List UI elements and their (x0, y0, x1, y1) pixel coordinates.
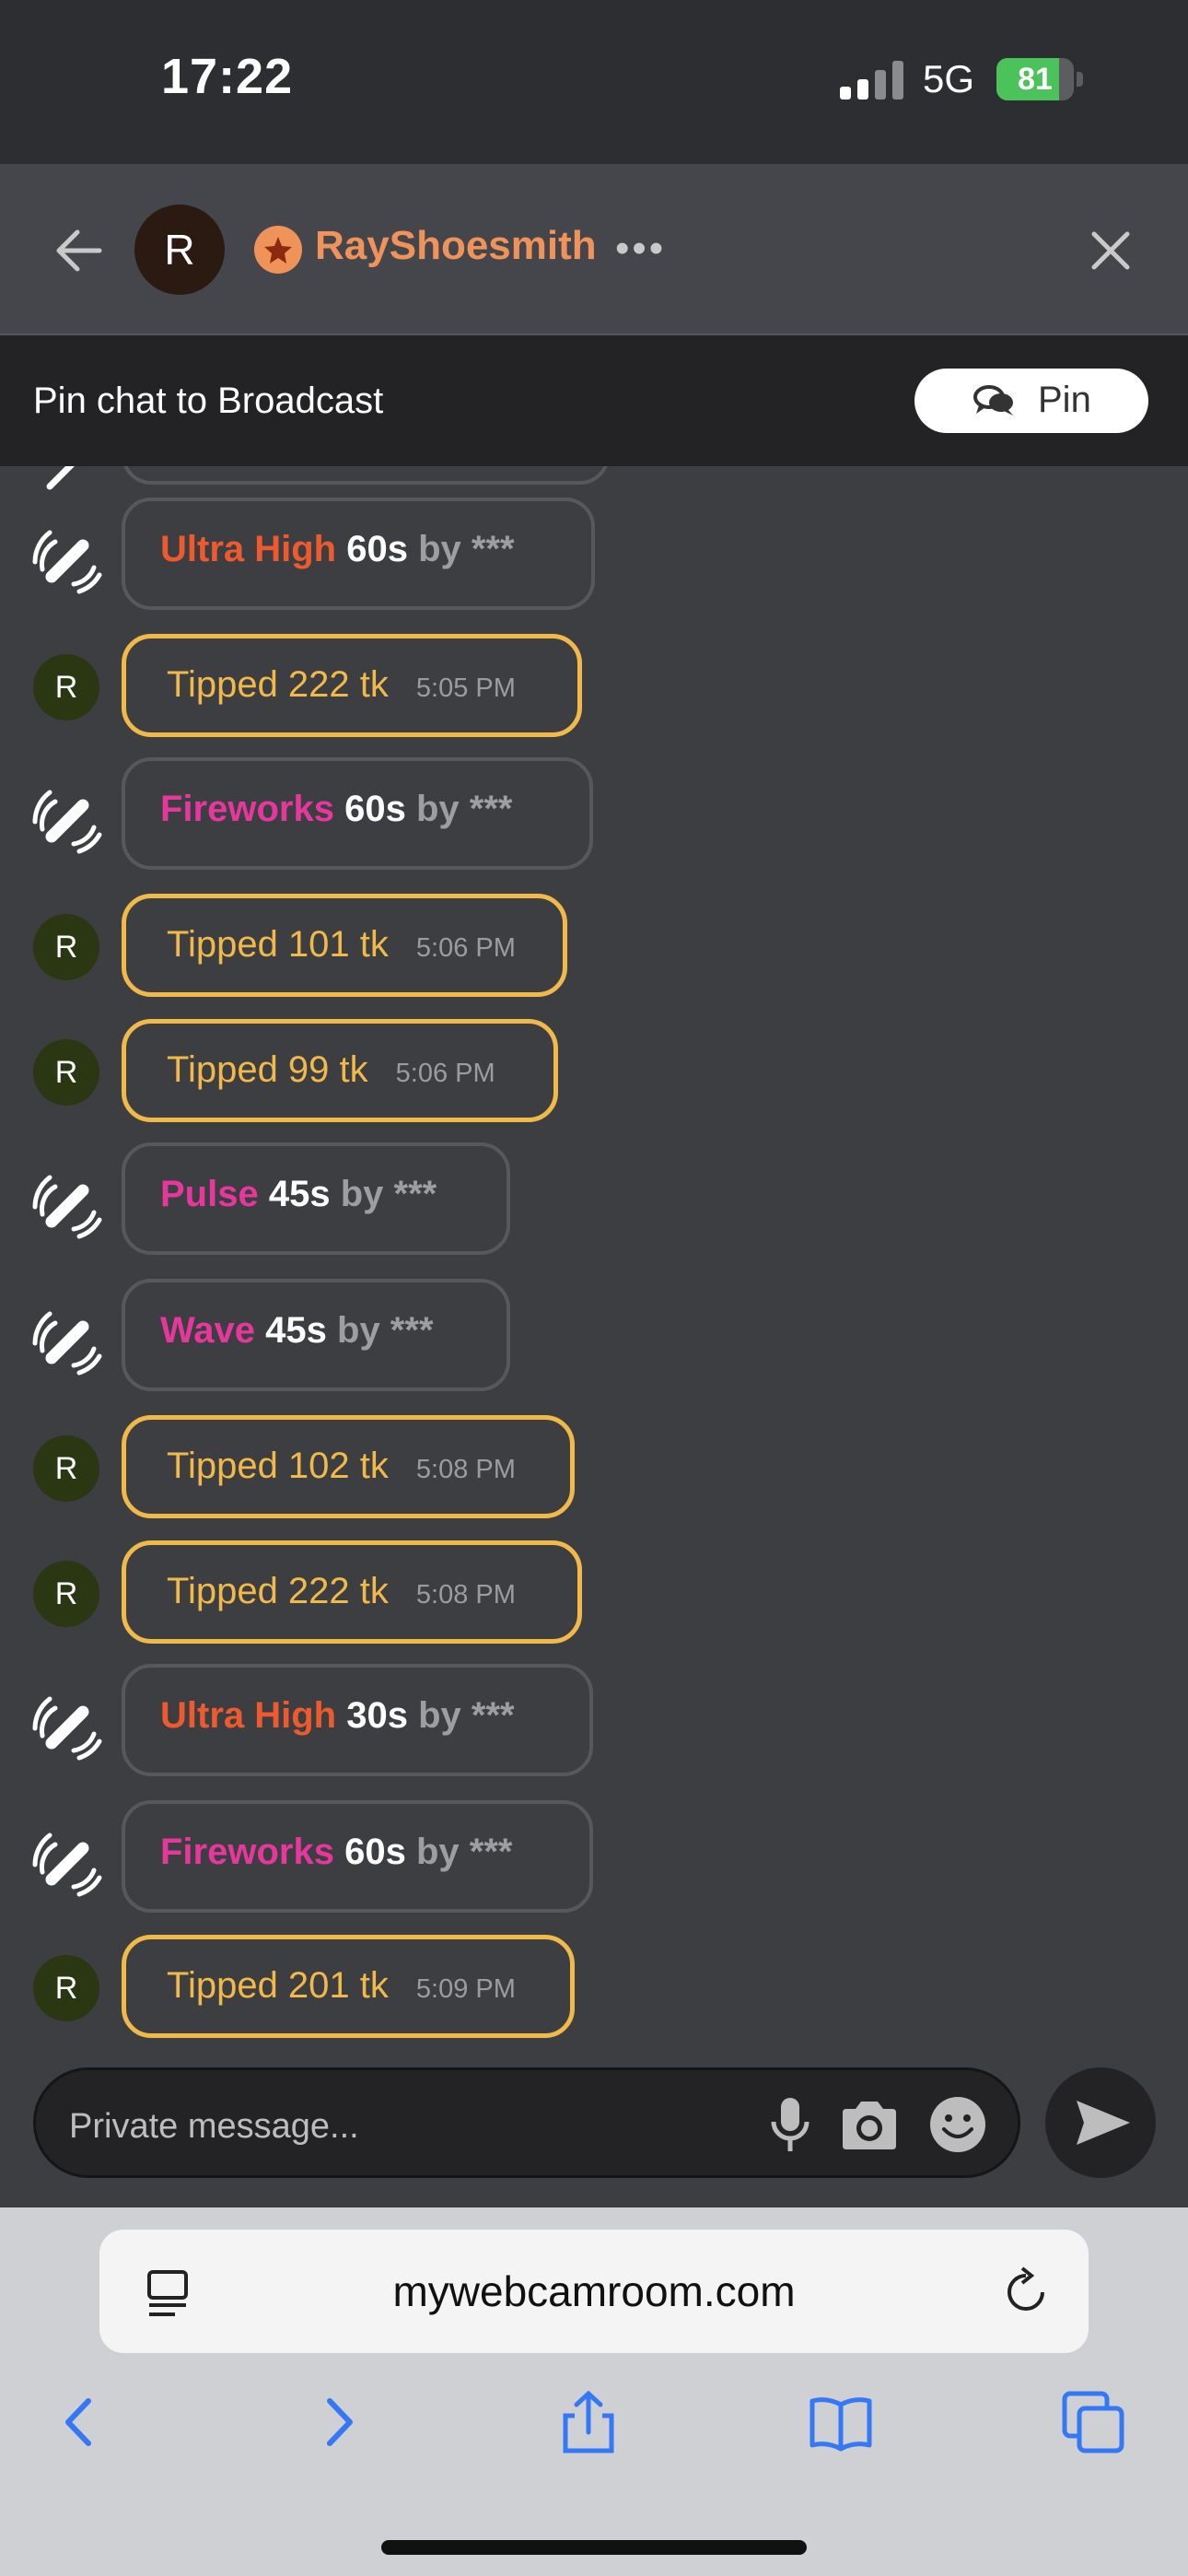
tip-bubble: Tipped 101 tk 5:06 PM (122, 894, 567, 997)
status-time: 17:22 (161, 49, 294, 104)
pin-button[interactable]: Pin (914, 369, 1148, 433)
vibration-toy-icon (32, 1311, 102, 1376)
chat-bubbles-icon (973, 385, 1013, 416)
username[interactable]: RayShoesmith (315, 223, 597, 269)
tip-bubble: Tipped 201 tk 5:09 PM (122, 1935, 575, 2038)
partial-message (122, 466, 610, 485)
avatar: R (33, 654, 99, 720)
vibration-toy-icon (32, 790, 102, 854)
address-bar[interactable]: mywebcamroom.com (99, 2230, 1089, 2353)
lovense-bubble: Ultra High 30s by *** (122, 1664, 593, 1776)
avatar[interactable]: R (134, 205, 225, 295)
bookmarks-icon[interactable] (809, 2390, 873, 2454)
tip-bubble: Tipped 102 tk 5:08 PM (122, 1415, 575, 1518)
avatar: R (33, 1435, 99, 1502)
url-text: mywebcamroom.com (392, 2267, 796, 2315)
signal-icon (840, 61, 904, 100)
status-bar: 17:22 5G 81 (0, 0, 1188, 164)
send-icon (1077, 2101, 1130, 2145)
forward-nav-icon[interactable] (306, 2390, 370, 2454)
avatar: R (33, 1039, 99, 1106)
avatar: R (33, 1561, 99, 1627)
back-nav-icon[interactable] (48, 2390, 112, 2454)
chat-messages[interactable]: Ultra High 60s by *** R Tipped 222 tk 5:0… (0, 466, 1188, 2069)
battery-level: 81 (1018, 62, 1053, 97)
vibration-toy-icon (32, 530, 102, 594)
tip-bubble: Tipped 222 tk 5:05 PM (122, 634, 582, 737)
tip-bubble: Tipped 99 tk 5:06 PM (122, 1019, 558, 1122)
lovense-bubble: Pulse 45s by *** (122, 1142, 510, 1255)
pin-button-label: Pin (1038, 380, 1091, 420)
star-badge-icon (254, 226, 302, 274)
more-options-icon[interactable]: ••• (615, 226, 666, 272)
vibration-toy-icon (32, 1832, 102, 1897)
send-button[interactable] (1045, 2067, 1156, 2178)
lovense-bubble: Wave 45s by *** (122, 1279, 510, 1391)
lovense-bubble: Ultra High 60s by *** (122, 498, 595, 610)
tabs-icon[interactable] (1061, 2390, 1125, 2454)
vibration-toy-icon (32, 1175, 102, 1239)
vibration-toy-icon (32, 1696, 102, 1761)
emoji-icon[interactable] (929, 2096, 986, 2153)
lovense-bubble: Fireworks 60s by *** (122, 757, 593, 870)
lovense-bubble: Fireworks 60s by *** (122, 1800, 593, 1913)
battery-icon: 81 (996, 58, 1074, 100)
avatar: R (33, 1955, 99, 2021)
share-icon[interactable] (556, 2390, 621, 2454)
avatar: R (33, 914, 99, 980)
vibration-toy-icon (46, 466, 75, 490)
pin-chat-label: Pin chat to Broadcast (33, 381, 384, 421)
private-message-input[interactable] (67, 2100, 771, 2153)
composer (33, 2067, 1020, 2178)
close-icon[interactable] (1087, 227, 1135, 275)
battery-cap (1077, 72, 1083, 87)
home-indicator (381, 2540, 807, 2555)
microphone-icon[interactable] (763, 2096, 817, 2153)
back-arrow-icon[interactable] (50, 223, 105, 278)
camera-icon[interactable] (839, 2098, 900, 2151)
network-label: 5G (923, 57, 975, 100)
reload-icon[interactable] (1000, 2266, 1052, 2318)
tip-bubble: Tipped 222 tk 5:08 PM (122, 1540, 582, 1644)
